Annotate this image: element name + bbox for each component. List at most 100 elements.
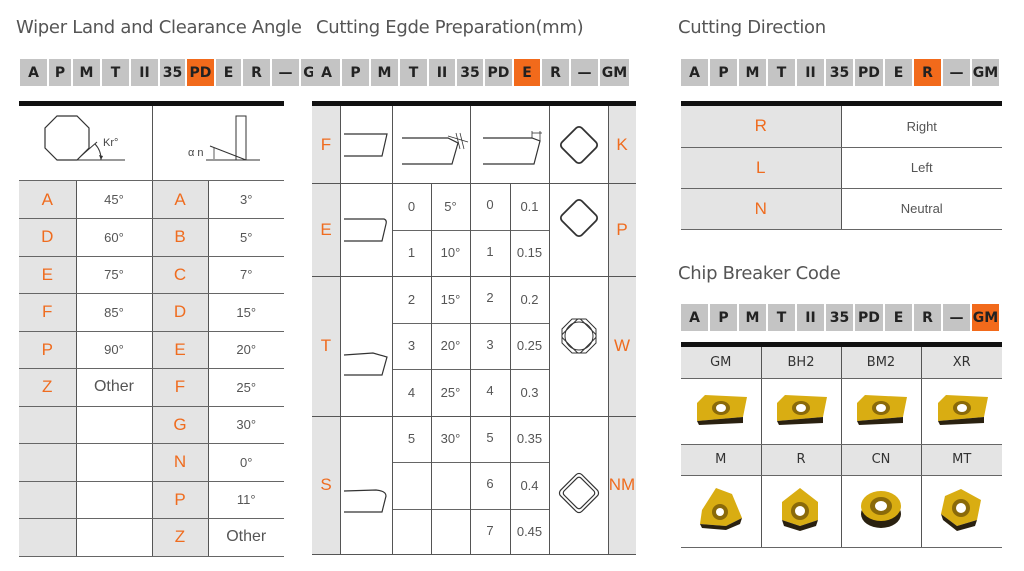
kr-angle xyxy=(76,518,153,557)
kr-label: Kr° xyxy=(103,137,118,149)
code-segment-r: R xyxy=(542,59,569,86)
angle-index xyxy=(392,509,431,556)
edge-code-bar: A P M T II 35 PD E R — GM xyxy=(313,59,631,86)
direction-label: Left xyxy=(841,147,1002,189)
clearance-code: F xyxy=(152,368,209,407)
code-segment-t: T xyxy=(102,59,129,86)
width-index: 6 xyxy=(486,476,494,491)
w-octagon-insert-icon xyxy=(552,311,606,361)
chipbreaker-code-bh2: BH2 xyxy=(761,347,842,379)
code-segment-dash: — xyxy=(943,59,970,86)
chipbreaker-table: GM BH2 BM2 XR M R CN MT xyxy=(681,347,1002,548)
alpha-n-label: α n xyxy=(188,147,204,159)
shape-code-nm: NM xyxy=(608,475,636,495)
wiper-row: P 11° xyxy=(19,481,284,519)
chipbreaker-code-xr: XR xyxy=(921,347,1002,379)
code-segment-p: P xyxy=(342,59,369,86)
kr-angle-diagram-cell: Kr° xyxy=(19,106,153,181)
angle-value xyxy=(431,462,470,509)
clearance-angle: 15° xyxy=(208,293,284,332)
code-segment-35: 35 xyxy=(826,59,853,86)
shape-code-w: W xyxy=(613,335,631,355)
code-segment-gm: GM xyxy=(600,59,629,86)
code-segment-r: R xyxy=(914,304,941,331)
angle-index: 0 xyxy=(407,198,416,214)
column-divider xyxy=(392,106,393,555)
insert-image-cell xyxy=(921,475,1002,548)
chipbreaker-code-bar: A P M T II 35 PD E R — GM xyxy=(681,304,1001,331)
code-segment-ii: II xyxy=(429,59,455,86)
clearance-code: N xyxy=(152,443,209,482)
insert-image-cell xyxy=(841,475,922,548)
code-segment-m: M xyxy=(73,59,100,86)
kr-code xyxy=(19,481,77,519)
angle-value: 5° xyxy=(444,198,457,214)
code-segment-r: R xyxy=(243,59,270,86)
wiper-row: N 0° xyxy=(19,443,284,482)
insert-image-cell xyxy=(841,378,922,445)
kr-code: A xyxy=(19,181,77,219)
code-segment-pd: PD xyxy=(855,304,883,331)
clearance-code: D xyxy=(152,293,209,332)
clearance-angle: 30° xyxy=(208,406,284,444)
angle-value: 25° xyxy=(440,384,461,400)
code-segment-e: E xyxy=(885,304,912,331)
kr-angle: 60° xyxy=(76,218,153,257)
width-value: 0.45 xyxy=(516,524,543,540)
code-segment-a: A xyxy=(681,304,708,331)
wiper-values-table: A 45° A 3° D 60° B 5° E 75° C 7° F 85° D 15° P 90° E 20° Z Ot… xyxy=(19,181,284,557)
chamfer-honed-edge-profile-icon xyxy=(340,486,392,516)
code-segment-p: P xyxy=(710,304,737,331)
edge-code-f: F xyxy=(320,134,332,154)
honed-edge-profile-icon xyxy=(340,215,392,245)
edge-table: F E T S K P W NM 0 5° 0 0.1 1 10° 1 0.15 2 15° 2 0.2 3 20° 3 0.… xyxy=(312,106,636,555)
code-segment-a: A xyxy=(20,59,47,86)
clearance-angle: 3° xyxy=(208,181,284,219)
angle-value xyxy=(431,509,470,556)
kr-code: F xyxy=(19,293,77,332)
angle-index: 2 xyxy=(407,291,416,307)
clearance-angle: 20° xyxy=(208,331,284,369)
column-divider xyxy=(431,183,432,555)
code-segment-a: A xyxy=(313,59,340,86)
kr-code: E xyxy=(19,256,77,294)
round-insert-icon xyxy=(856,486,906,537)
kr-code: D xyxy=(19,218,77,257)
clearance-angle: 25° xyxy=(208,368,284,407)
angle-value: 20° xyxy=(440,338,461,354)
direction-code: R xyxy=(681,106,842,148)
kr-code xyxy=(19,443,77,482)
kr-angle xyxy=(76,406,153,444)
wiper-code-bar: APMTII35PDER—GM xyxy=(20,59,333,86)
direction-code: N xyxy=(681,188,842,230)
wiper-row: Z Other xyxy=(19,518,284,557)
rhombic-insert-icon xyxy=(771,391,831,432)
p-square-insert-icon xyxy=(552,193,606,243)
angle-value: 15° xyxy=(440,291,461,307)
chipbreaker-code-m: M xyxy=(681,444,762,476)
code-segment-35: 35 xyxy=(826,304,853,331)
clearance-code: A xyxy=(152,181,209,219)
clearance-angle: Other xyxy=(208,518,284,557)
chipbreaker-image-row xyxy=(681,378,1002,445)
code-segment-t: T xyxy=(768,59,795,86)
clearance-angle: 11° xyxy=(208,481,284,519)
kr-code xyxy=(19,518,77,557)
direction-row: L Left xyxy=(681,147,1002,189)
kr-angle xyxy=(76,481,153,519)
code-segment-p: P xyxy=(710,59,737,86)
chipbreaker-code-bm2: BM2 xyxy=(841,347,922,379)
code-segment-35: 35 xyxy=(457,59,483,86)
code-segment-t: T xyxy=(768,304,795,331)
width-value: 0.3 xyxy=(520,384,539,400)
code-segment-35: 35 xyxy=(160,59,185,86)
chipbreaker-code-mt: MT xyxy=(921,444,1002,476)
block-divider xyxy=(312,276,636,277)
chamfer-angle-diagram-icon xyxy=(392,121,470,171)
column-divider xyxy=(608,106,609,555)
code-segment-e: E xyxy=(216,59,241,86)
code-segment-ii: II xyxy=(131,59,158,86)
angle-index: 1 xyxy=(407,245,416,261)
code-segment-gm: GM xyxy=(972,304,999,331)
wiper-row: G 30° xyxy=(19,406,284,444)
